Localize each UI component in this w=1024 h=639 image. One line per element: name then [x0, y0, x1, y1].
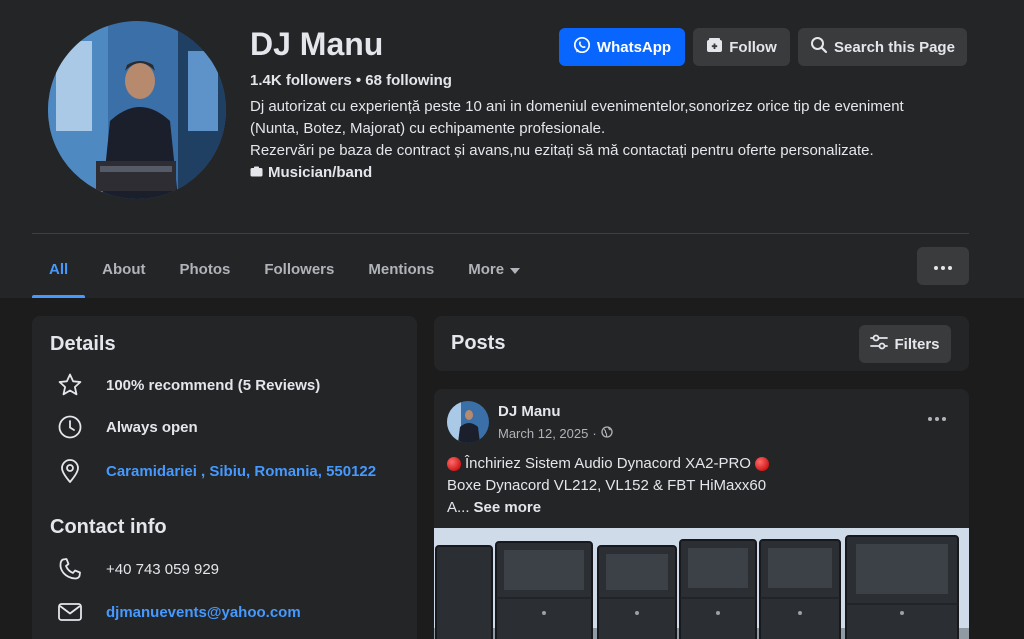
- search-label: Search this Page: [834, 38, 955, 56]
- search-icon: [810, 36, 828, 58]
- post-card: DJ Manu March 12, 2025 · Închiriez Siste…: [434, 389, 969, 639]
- post-line-text: Boxe Dynacord VL212, VL152 & FBT HiMaxx6…: [447, 477, 767, 494]
- whatsapp-icon: [573, 36, 591, 58]
- post-line-text: A...: [447, 499, 470, 516]
- recommend-text: 100% recommend (5 Reviews): [106, 376, 321, 394]
- mail-icon: [56, 598, 84, 626]
- caret-down-icon: [510, 261, 521, 278]
- search-page-button[interactable]: Search this Page: [798, 28, 967, 66]
- phone-icon: [56, 555, 84, 583]
- contact-heading: Contact info: [50, 516, 167, 538]
- follow-button[interactable]: Follow: [693, 28, 790, 66]
- ellipsis-icon: [934, 257, 952, 275]
- see-more-link[interactable]: See more: [474, 497, 542, 519]
- bio-line: (Nunta, Botez, Majorat) cu echipamente p…: [250, 120, 606, 137]
- follow-icon: [706, 37, 723, 57]
- email-link[interactable]: djmanuevents@yahoo.com: [106, 604, 301, 621]
- tab-followers[interactable]: Followers: [247, 240, 351, 298]
- post-body: Închiriez Sistem Audio Dynacord XA2-PRO …: [447, 453, 947, 519]
- tab-all[interactable]: All: [32, 240, 86, 298]
- page-bio: Dj autorizat cu experiență peste 10 ani …: [250, 96, 960, 162]
- profile-picture[interactable]: [48, 21, 226, 199]
- hours-row: Always open: [56, 413, 198, 441]
- bio-line: Rezervări pe baza de contract și avans,n…: [250, 142, 874, 159]
- post-date[interactable]: March 12, 2025: [498, 426, 588, 441]
- filters-button[interactable]: Filters: [859, 325, 951, 363]
- post-line-text: Închiriez Sistem Audio Dynacord XA2-PRO: [465, 455, 751, 472]
- tab-photos[interactable]: Photos: [163, 240, 248, 298]
- globe-icon: [601, 426, 613, 441]
- follower-stats[interactable]: 1.4K followers • 68 following: [250, 72, 452, 89]
- page-category: Musician/band: [250, 164, 372, 181]
- address-row[interactable]: Caramidariei , Sibiu, Romania, 550122: [56, 457, 376, 485]
- whatsapp-button[interactable]: WhatsApp: [559, 28, 685, 66]
- follow-label: Follow: [729, 38, 777, 56]
- details-heading: Details: [50, 333, 116, 355]
- page-header: DJ Manu 1.4K followers • 68 following Dj…: [0, 0, 1024, 298]
- tab-label: Followers: [264, 260, 335, 278]
- page-title: DJ Manu: [250, 26, 384, 62]
- address-link[interactable]: Caramidariei , Sibiu, Romania, 550122: [106, 463, 376, 480]
- post-line: Închiriez Sistem Audio Dynacord XA2-PRO: [447, 453, 947, 475]
- filters-icon: [870, 334, 889, 354]
- post-author-name[interactable]: DJ Manu: [498, 403, 561, 420]
- posts-header: Posts Filters: [434, 316, 969, 371]
- posts-heading: Posts: [451, 332, 506, 354]
- ellipsis-icon: [928, 408, 946, 426]
- phone-row[interactable]: +40 743 059 929: [56, 555, 219, 583]
- post-options-button[interactable]: [919, 405, 955, 429]
- star-icon: [56, 371, 84, 399]
- separator-dot: ·: [592, 426, 597, 441]
- email-row[interactable]: djmanuevents@yahoo.com: [56, 598, 301, 626]
- clock-icon: [56, 413, 84, 441]
- tab-mentions[interactable]: Mentions: [351, 240, 451, 298]
- red-circle-icon: [754, 457, 769, 471]
- more-options-button[interactable]: [917, 247, 969, 285]
- post-line: A... See more: [447, 497, 947, 519]
- phone-text: +40 743 059 929: [106, 560, 220, 578]
- tab-label: All: [49, 260, 69, 278]
- profile-tabs: All About Photos Followers Mentions More: [32, 240, 537, 298]
- red-circle-icon: [447, 457, 461, 471]
- tab-label: Mentions: [368, 260, 435, 278]
- post-meta: March 12, 2025 ·: [498, 426, 613, 441]
- post-photo[interactable]: [434, 528, 969, 639]
- filters-label: Filters: [894, 335, 940, 353]
- recommend-row[interactable]: 100% recommend (5 Reviews): [56, 371, 320, 399]
- bio-line: Dj autorizat cu experiență peste 10 ani …: [250, 98, 904, 115]
- tab-label: About: [102, 260, 146, 278]
- tab-more[interactable]: More: [451, 240, 537, 298]
- header-divider: [32, 233, 969, 234]
- tab-label: Photos: [179, 260, 231, 278]
- location-pin-icon: [56, 457, 84, 485]
- whatsapp-label: WhatsApp: [596, 38, 672, 56]
- tab-about[interactable]: About: [85, 240, 162, 298]
- post-line: Boxe Dynacord VL212, VL152 & FBT HiMaxx6…: [447, 475, 947, 497]
- info-icon: [250, 164, 263, 181]
- category-label: Musician/band: [268, 164, 373, 181]
- intro-card: Details 100% recommend (5 Reviews) Alway…: [32, 316, 417, 639]
- hours-text: Always open: [106, 418, 198, 436]
- post-author-avatar[interactable]: [447, 401, 489, 443]
- tab-label: More: [468, 260, 505, 278]
